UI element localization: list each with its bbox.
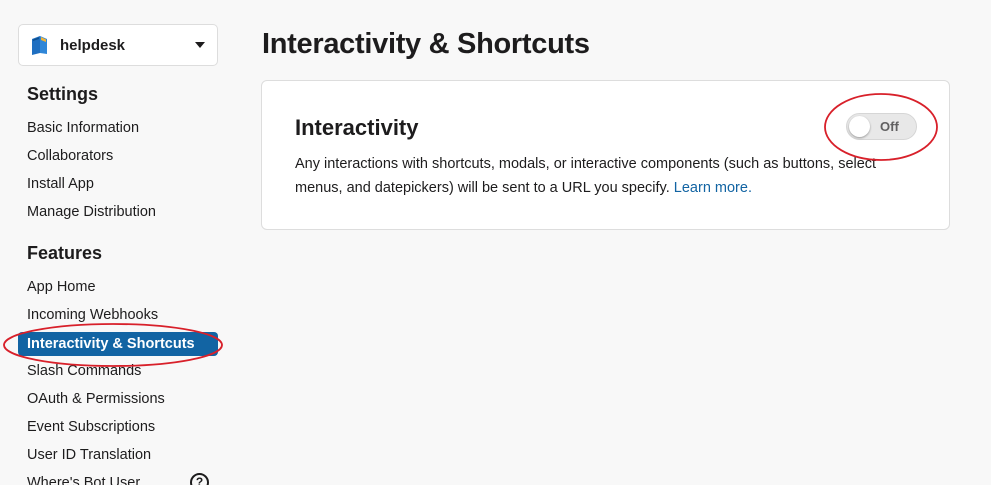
sidebar-item-event-subscriptions[interactable]: Event Subscriptions xyxy=(27,419,155,435)
chevron-down-icon xyxy=(195,42,205,48)
interactivity-card: Interactivity Any interactions with shor… xyxy=(261,80,950,230)
card-description: Any interactions with shortcuts, modals,… xyxy=(295,152,915,200)
settings-heading: Settings xyxy=(27,84,99,104)
sidebar-item-collaborators[interactable]: Collaborators xyxy=(27,148,113,164)
sidebar-item-wheres-bot-user[interactable]: Where's Bot User xyxy=(27,475,140,485)
sidebar-item-slash-commands[interactable]: Slash Commands xyxy=(27,363,141,379)
learn-more-link[interactable]: Learn more. xyxy=(674,180,752,196)
features-heading: Features xyxy=(27,243,103,263)
app-name: helpdesk xyxy=(60,36,126,54)
toggle-label: Off xyxy=(880,119,899,134)
description-text: Any interactions with shortcuts, modals,… xyxy=(295,156,877,196)
help-icon[interactable]: ? xyxy=(190,473,209,485)
sidebar-item-app-home[interactable]: App Home xyxy=(27,279,96,295)
app-switcher[interactable]: helpdesk xyxy=(18,24,218,66)
interactivity-toggle[interactable]: Off xyxy=(846,113,917,140)
card-title: Interactivity xyxy=(295,115,419,140)
toggle-knob xyxy=(849,116,870,137)
sidebar-item-incoming-webhooks[interactable]: Incoming Webhooks xyxy=(27,307,158,323)
app-settings-page: helpdesk Settings Basic Information Coll… xyxy=(0,0,991,485)
sidebar-item-user-id-translation[interactable]: User ID Translation xyxy=(27,447,151,463)
sidebar-item-basic-information[interactable]: Basic Information xyxy=(27,120,139,136)
page-title: Interactivity & Shortcuts xyxy=(262,28,590,60)
sidebar-item-oauth-permissions[interactable]: OAuth & Permissions xyxy=(27,391,165,407)
sidebar-item-interactivity-shortcuts[interactable]: Interactivity & Shortcuts xyxy=(18,332,218,356)
book-icon xyxy=(29,34,51,56)
sidebar-item-install-app[interactable]: Install App xyxy=(27,176,94,192)
sidebar-item-manage-distribution[interactable]: Manage Distribution xyxy=(27,204,156,220)
